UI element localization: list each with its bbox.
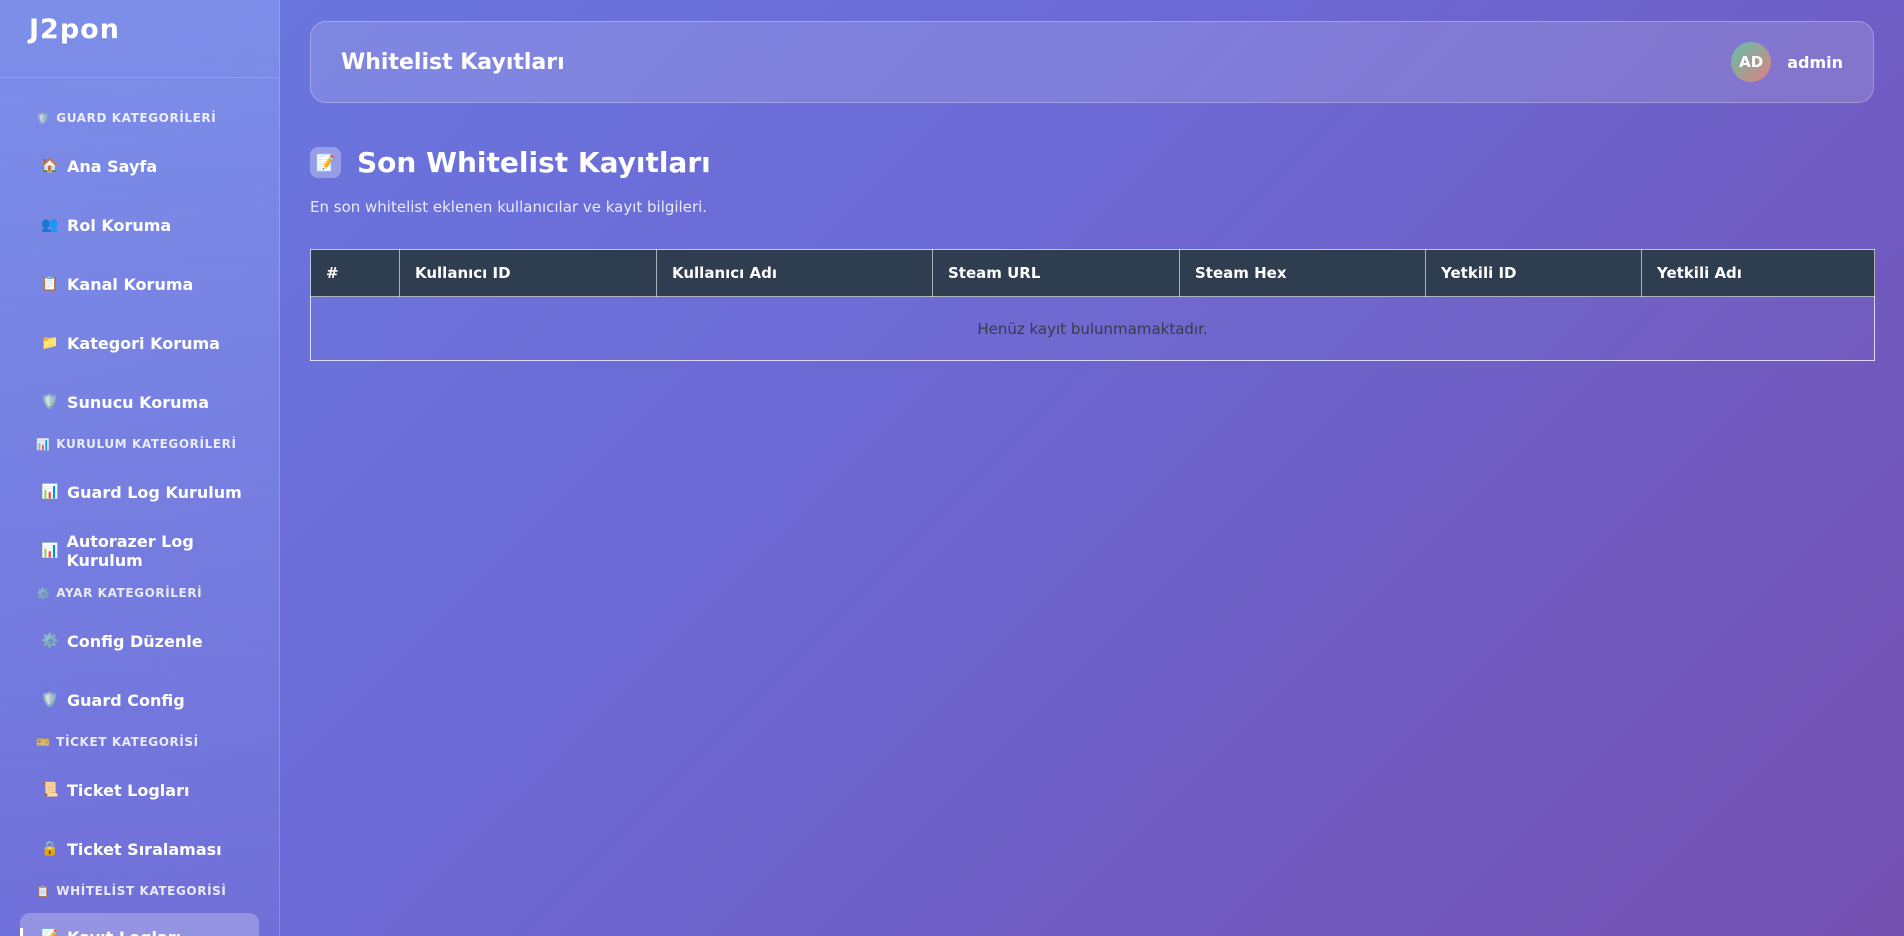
scroll-icon: 📜 [41, 782, 59, 798]
sidebar-item-label: Kategori Koruma [67, 333, 220, 353]
column-header-index[interactable]: # [310, 249, 400, 297]
whitelist-table: # Kullanıcı ID Kullanıcı Adı Steam URL S… [310, 249, 1875, 361]
whitelist-table-container: # Kullanıcı ID Kullanıcı Adı Steam URL S… [310, 249, 1875, 361]
sidebar-item-label: Ticket Sıralaması [67, 839, 222, 859]
sidebar-item-guard-log-kurulum[interactable]: 📊 Guard Log Kurulum [20, 468, 259, 516]
sidebar-item-label: Kanal Koruma [67, 274, 194, 294]
brand[interactable]: J2pon [0, 0, 279, 78]
section-heading: 📝 Son Whitelist Kayıtları [310, 146, 711, 179]
column-header-staff-id[interactable]: Yetkili ID [1425, 249, 1642, 297]
table-header-row: # Kullanıcı ID Kullanıcı Adı Steam URL S… [310, 249, 1875, 297]
page-title: Whitelist Kayıtları [341, 49, 565, 75]
chart-icon: 📊 [36, 437, 51, 451]
sidebar-item-kanal-koruma[interactable]: 📋 Kanal Koruma [20, 260, 259, 308]
avatar[interactable]: AD [1731, 42, 1772, 82]
shield-icon: 🛡️ [36, 111, 51, 125]
brand-logo-text: J2pon [29, 14, 120, 45]
sidebar-item-sunucu-koruma[interactable]: 🛡️ Sunucu Koruma [20, 378, 259, 426]
sidebar-item-label: Autorazer Log Kurulum [66, 532, 194, 570]
topbar: Whitelist Kayıtları AD admin [310, 21, 1874, 103]
clipboard-icon: 📋 [41, 276, 59, 292]
sidebar-item-label: Ticket Logları [67, 780, 190, 800]
ticket-icon: 🎫 [36, 735, 51, 749]
home-icon: 🏠 [41, 158, 59, 174]
sidebar-item-autorazer-log-kurulum[interactable]: 📊 Autorazer Log Kurulum [20, 527, 259, 575]
sidebar-item-label: Sunucu Koruma [67, 392, 209, 412]
table-row: Henüz kayıt bulunmamaktadır. [310, 296, 1875, 361]
sidebar-section-label: GUARD KATEGORİLERİ [56, 111, 217, 125]
column-header-username[interactable]: Kullanıcı Adı [656, 249, 933, 297]
sidebar-item-guard-config[interactable]: 🛡️ Guard Config [20, 676, 259, 724]
sidebar: J2pon 🛡️ GUARD KATEGORİLERİ 🏠 Ana Sayfa … [0, 0, 280, 936]
gear-icon: ⚙️ [36, 586, 51, 600]
sidebar-section-guard: 🛡️ GUARD KATEGORİLERİ [36, 111, 216, 125]
sidebar-item-label: Guard Log Kurulum [67, 482, 242, 502]
sidebar-section-label: KURULUM KATEGORİLERİ [56, 437, 237, 451]
sidebar-section-whitelist: 📋 WHİTELİST KATEGORİSİ [36, 884, 226, 898]
memo-icon: 📝 [310, 147, 341, 178]
section-title: Son Whitelist Kayıtları [357, 146, 711, 179]
shield-icon: 🛡️ [41, 394, 59, 410]
active-indicator [20, 928, 23, 936]
sidebar-section-label: TİCKET KATEGORİSİ [56, 735, 199, 749]
sidebar-item-label: Guard Config [67, 690, 185, 710]
shield-icon: 🛡️ [41, 692, 59, 708]
sidebar-item-label: Kayıt Logları [67, 928, 181, 936]
sidebar-item-ticket-loglari[interactable]: 📜 Ticket Logları [20, 766, 259, 814]
sidebar-section-kurulum: 📊 KURULUM KATEGORİLERİ [36, 437, 237, 451]
sidebar-item-rol-koruma[interactable]: 👥 Rol Koruma [20, 201, 259, 249]
column-header-staff-name[interactable]: Yetkili Adı [1641, 249, 1875, 297]
sidebar-item-label: Config Düzenle [67, 631, 203, 651]
chart-icon: 📊 [41, 484, 59, 500]
column-header-steam-hex[interactable]: Steam Hex [1179, 249, 1426, 297]
main-content: Whitelist Kayıtları AD admin 📝 Son White… [280, 0, 1904, 936]
sidebar-item-label: Ana Sayfa [67, 156, 158, 176]
sidebar-section-ayar: ⚙️ AYAR KATEGORİLERİ [36, 586, 202, 600]
sidebar-section-label: AYAR KATEGORİLERİ [56, 586, 203, 600]
sidebar-item-kategori-koruma[interactable]: 📁 Kategori Koruma [20, 319, 259, 367]
username[interactable]: admin [1787, 53, 1843, 72]
clipboard-icon: 📋 [36, 884, 51, 898]
gear-icon: ⚙️ [41, 633, 59, 649]
users-icon: 👥 [41, 217, 59, 233]
lock-icon: 🔒 [41, 841, 59, 857]
sidebar-item-config-duzenle[interactable]: ⚙️ Config Düzenle [20, 617, 259, 665]
sidebar-item-ana-sayfa[interactable]: 🏠 Ana Sayfa [20, 142, 259, 190]
memo-icon: 📝 [41, 929, 59, 936]
sidebar-section-ticket: 🎫 TİCKET KATEGORİSİ [36, 735, 199, 749]
empty-state-message: Henüz kayıt bulunmamaktadır. [310, 296, 1875, 361]
app: J2pon 🛡️ GUARD KATEGORİLERİ 🏠 Ana Sayfa … [0, 0, 1904, 936]
folder-icon: 📁 [41, 335, 59, 351]
sidebar-item-kayit-loglari[interactable]: 📝 Kayıt Logları [20, 913, 259, 936]
sidebar-item-ticket-siralamasi[interactable]: 🔒 Ticket Sıralaması [20, 825, 259, 873]
column-header-user-id[interactable]: Kullanıcı ID [399, 249, 657, 297]
section-description: En son whitelist eklenen kullanıcılar ve… [310, 198, 708, 216]
user-menu[interactable]: AD admin [1731, 42, 1843, 82]
chart-icon: 📊 [41, 543, 59, 559]
sidebar-section-label: WHİTELİST KATEGORİSİ [56, 884, 227, 898]
column-header-steam-url[interactable]: Steam URL [932, 249, 1180, 297]
sidebar-item-label: Rol Koruma [67, 215, 172, 235]
